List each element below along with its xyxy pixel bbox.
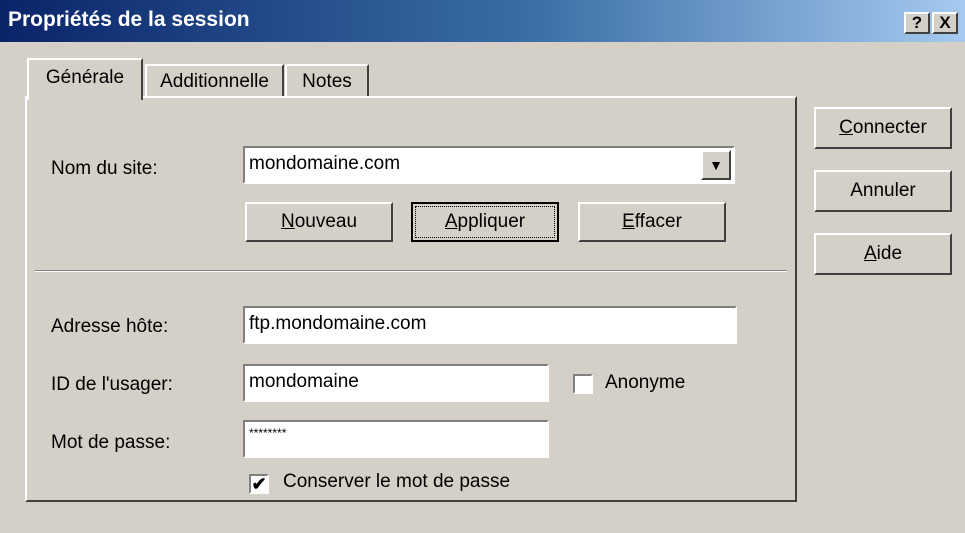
- user-id-value: mondomaine: [249, 371, 359, 392]
- cancel-button[interactable]: Annuler: [814, 170, 952, 212]
- connect-button-label: Connecter: [839, 117, 927, 138]
- host-address-input[interactable]: ftp.mondomaine.com: [243, 306, 737, 344]
- site-name-value: mondomaine.com: [249, 153, 401, 174]
- tab-additionnelle[interactable]: Additionnelle: [145, 64, 284, 98]
- new-button-label: Nouveau: [280, 211, 358, 232]
- help-button[interactable]: Aide: [814, 233, 952, 275]
- keep-password-checkbox[interactable]: ✔: [249, 474, 269, 494]
- user-id-input[interactable]: mondomaine: [243, 364, 549, 402]
- tab-generale-label: Générale: [45, 67, 125, 88]
- help-icon[interactable]: ?: [904, 12, 930, 34]
- apply-button-label: Appliquer: [415, 206, 555, 238]
- anonymous-label[interactable]: Anonyme: [605, 372, 685, 394]
- chevron-down-icon[interactable]: ▼: [701, 150, 731, 180]
- delete-button-label: Effacer: [622, 211, 682, 232]
- site-name-label: Nom du site:: [51, 158, 158, 179]
- tab-generale[interactable]: Générale: [27, 58, 143, 100]
- help-button-label: Aide: [863, 243, 903, 264]
- user-id-label: ID de l'usager:: [51, 374, 173, 395]
- cancel-button-label: Annuler: [850, 180, 916, 201]
- anonymous-checkbox[interactable]: [573, 374, 593, 394]
- connect-button[interactable]: Connecter: [814, 107, 952, 149]
- site-name-combobox[interactable]: mondomaine.com: [243, 146, 735, 184]
- general-panel: Nom du site: mondomaine.com ▼ Nouveau Ap…: [25, 96, 797, 502]
- password-label: Mot de passe:: [51, 432, 171, 453]
- password-input[interactable]: ********: [243, 420, 549, 458]
- host-address-value: ftp.mondomaine.com: [249, 313, 427, 334]
- host-address-label: Adresse hôte:: [51, 316, 169, 337]
- tab-notes[interactable]: Notes: [285, 64, 369, 98]
- window-title: Propriétés de la session: [8, 8, 250, 31]
- password-value: ********: [249, 426, 287, 440]
- delete-button[interactable]: Effacer: [578, 202, 726, 242]
- keep-password-label[interactable]: Conserver le mot de passe: [283, 471, 510, 493]
- apply-button[interactable]: Appliquer: [411, 202, 559, 242]
- new-button[interactable]: Nouveau: [245, 202, 393, 242]
- separator: [35, 270, 787, 272]
- tab-notes-label: Notes: [302, 71, 352, 92]
- title-bar: Propriétés de la session ? X: [0, 0, 965, 42]
- close-icon[interactable]: X: [932, 12, 958, 34]
- tab-additionnelle-label: Additionnelle: [160, 71, 269, 92]
